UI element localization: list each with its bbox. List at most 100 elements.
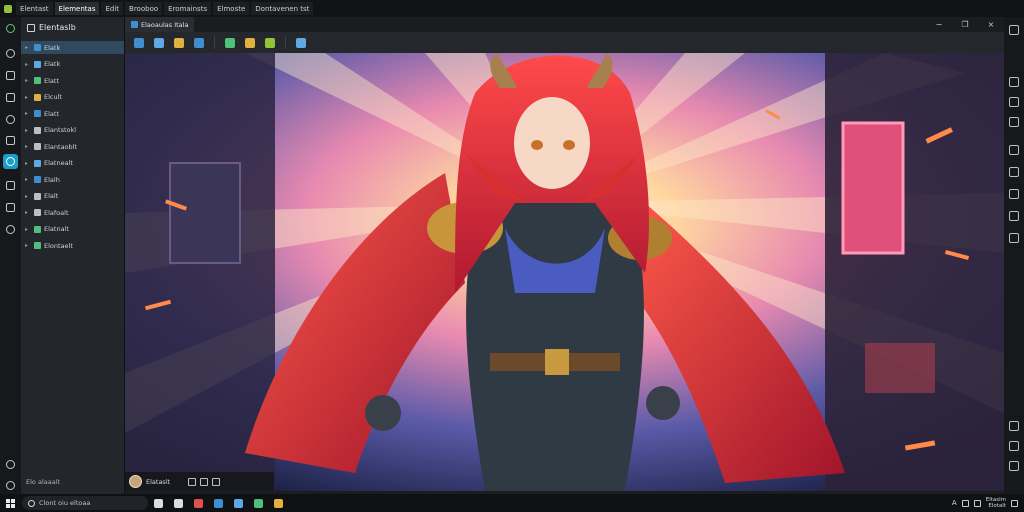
tree-item[interactable]: ▸ Elantaoblt xyxy=(21,140,124,153)
help-icon[interactable] xyxy=(1009,461,1019,471)
chevron-right-icon[interactable]: ▸ xyxy=(25,193,31,200)
file-icon xyxy=(34,176,41,183)
top-tab[interactable]: Elementas xyxy=(54,2,100,15)
tree-item[interactable]: ▸ Elatk xyxy=(21,41,124,54)
maximize-button[interactable]: ❐ xyxy=(952,17,978,32)
star-tool-button[interactable] xyxy=(242,35,258,51)
share-icon[interactable] xyxy=(1009,441,1019,451)
taskbar-app[interactable] xyxy=(248,494,268,512)
chevron-right-icon[interactable]: ▸ xyxy=(25,242,31,249)
taskbar-app[interactable] xyxy=(168,494,188,512)
tree-item[interactable]: ▸ Elalh xyxy=(21,173,124,186)
task-view-button[interactable] xyxy=(148,494,168,512)
document-icon[interactable] xyxy=(1009,97,1019,107)
tree-item[interactable]: ▸ Elcult xyxy=(21,91,124,104)
grid-tool-button[interactable] xyxy=(293,35,309,51)
copy-icon[interactable] xyxy=(200,477,209,486)
chevron-right-icon[interactable]: ▸ xyxy=(25,77,31,84)
tree-item[interactable]: ▸ Elantstokl xyxy=(21,124,124,137)
input-language[interactable]: A xyxy=(952,499,957,507)
top-tab[interactable]: Elmoste xyxy=(213,2,250,15)
chevron-right-icon[interactable]: ▸ xyxy=(25,209,31,216)
puzzle-icon[interactable] xyxy=(3,200,18,215)
chevron-right-icon[interactable]: ▸ xyxy=(25,143,31,150)
tree-item[interactable]: ▸ Elatk xyxy=(21,58,124,71)
gear-icon[interactable] xyxy=(3,222,18,237)
image-tool-button[interactable] xyxy=(131,35,147,51)
chevron-right-icon[interactable]: ▸ xyxy=(25,127,31,134)
refresh-tool-button[interactable] xyxy=(262,35,278,51)
tree-item-label: Elatk xyxy=(44,60,61,68)
document-icon[interactable] xyxy=(3,90,18,105)
history-icon[interactable] xyxy=(1009,211,1019,221)
taskbar-app[interactable] xyxy=(228,494,248,512)
tree-item[interactable]: ▸ Elontaelt xyxy=(21,239,124,252)
minimize-button[interactable]: − xyxy=(926,17,952,32)
top-tab[interactable]: Elentast xyxy=(16,2,53,15)
tree-item[interactable]: ▸ Elatt xyxy=(21,74,124,87)
close-button[interactable]: × xyxy=(978,17,1004,32)
face xyxy=(514,97,590,189)
shapes-icon xyxy=(225,37,235,48)
properties-icon[interactable] xyxy=(1009,25,1019,35)
play-icon[interactable] xyxy=(3,21,18,36)
image-icon[interactable] xyxy=(1009,117,1019,127)
network-icon[interactable] xyxy=(961,499,969,507)
clock-date: Elotalt xyxy=(988,503,1006,509)
clock[interactable]: Eltaslm Elotalt xyxy=(986,497,1006,509)
chevron-right-icon[interactable]: ▸ xyxy=(25,160,31,167)
top-tab[interactable]: Edit xyxy=(101,2,124,15)
tree-item-label: Elatt xyxy=(44,76,59,85)
clock-icon[interactable] xyxy=(3,46,18,61)
layers-icon[interactable] xyxy=(3,178,18,193)
start-button[interactable] xyxy=(0,494,20,512)
folder-icon[interactable] xyxy=(3,68,18,83)
tree-item-label: Elatk xyxy=(44,43,61,52)
tree-item-label: Elontaelt xyxy=(44,241,73,250)
list-icon[interactable] xyxy=(1009,145,1019,155)
chevron-right-icon[interactable]: ▸ xyxy=(25,226,31,233)
grid-icon[interactable] xyxy=(1009,167,1019,177)
people-icon[interactable] xyxy=(3,112,18,127)
tools-icon[interactable] xyxy=(3,133,18,148)
brush-icon[interactable] xyxy=(3,154,18,169)
taskbar-app[interactable] xyxy=(208,494,228,512)
top-tab-list: Elentast Elementas Edit Brooboo Eromains… xyxy=(16,2,315,15)
chevron-right-icon[interactable]: ▸ xyxy=(25,61,31,68)
tree-item[interactable]: ▸ Elalt xyxy=(21,190,124,203)
tree-item-label: Elatnalt xyxy=(44,225,69,233)
document-tab[interactable]: Elaoaulas Itala xyxy=(125,17,195,32)
filter-icon[interactable] xyxy=(1009,189,1019,199)
frame-icon[interactable] xyxy=(212,477,221,486)
cursor-icon[interactable] xyxy=(188,477,197,486)
volume-icon[interactable] xyxy=(973,499,981,507)
taskbar-app[interactable] xyxy=(188,494,208,512)
eye-icon[interactable] xyxy=(3,457,18,472)
chevron-right-icon[interactable]: ▸ xyxy=(25,176,31,183)
comment-icon[interactable] xyxy=(1009,421,1019,431)
avatar[interactable] xyxy=(129,475,142,488)
pen-tool-button[interactable] xyxy=(191,35,207,51)
image-canvas[interactable] xyxy=(125,53,1004,491)
settings-icon[interactable] xyxy=(3,478,18,493)
top-tab[interactable]: Brooboo xyxy=(125,2,163,15)
loop-tool-button[interactable] xyxy=(171,35,187,51)
export-icon[interactable] xyxy=(1009,233,1019,243)
shapes-tool-button[interactable] xyxy=(222,35,238,51)
taskbar-app[interactable] xyxy=(268,494,288,512)
layers-icon[interactable] xyxy=(1009,77,1019,87)
brush-tool-button[interactable] xyxy=(151,35,167,51)
top-tab[interactable]: Eromainsts xyxy=(164,2,212,15)
chevron-right-icon[interactable]: ▸ xyxy=(25,94,31,101)
tree-item[interactable]: ▸ Elatt xyxy=(21,107,124,120)
tree-item-label: Elantstokl xyxy=(44,126,77,134)
taskbar-search-box[interactable]: Clont oiu eltoaa xyxy=(22,496,148,510)
toolbar-divider xyxy=(285,36,286,49)
chevron-right-icon[interactable]: ▸ xyxy=(25,44,31,51)
chevron-right-icon[interactable]: ▸ xyxy=(25,110,31,117)
top-tab[interactable]: Dontavenen tst xyxy=(251,2,314,15)
tree-item[interactable]: ▸ Elatnealt xyxy=(21,157,124,170)
notification-icon[interactable] xyxy=(1011,499,1018,507)
tree-item[interactable]: ▸ Elatnalt xyxy=(21,223,124,236)
tree-item[interactable]: ▸ Elafoalt xyxy=(21,206,124,219)
